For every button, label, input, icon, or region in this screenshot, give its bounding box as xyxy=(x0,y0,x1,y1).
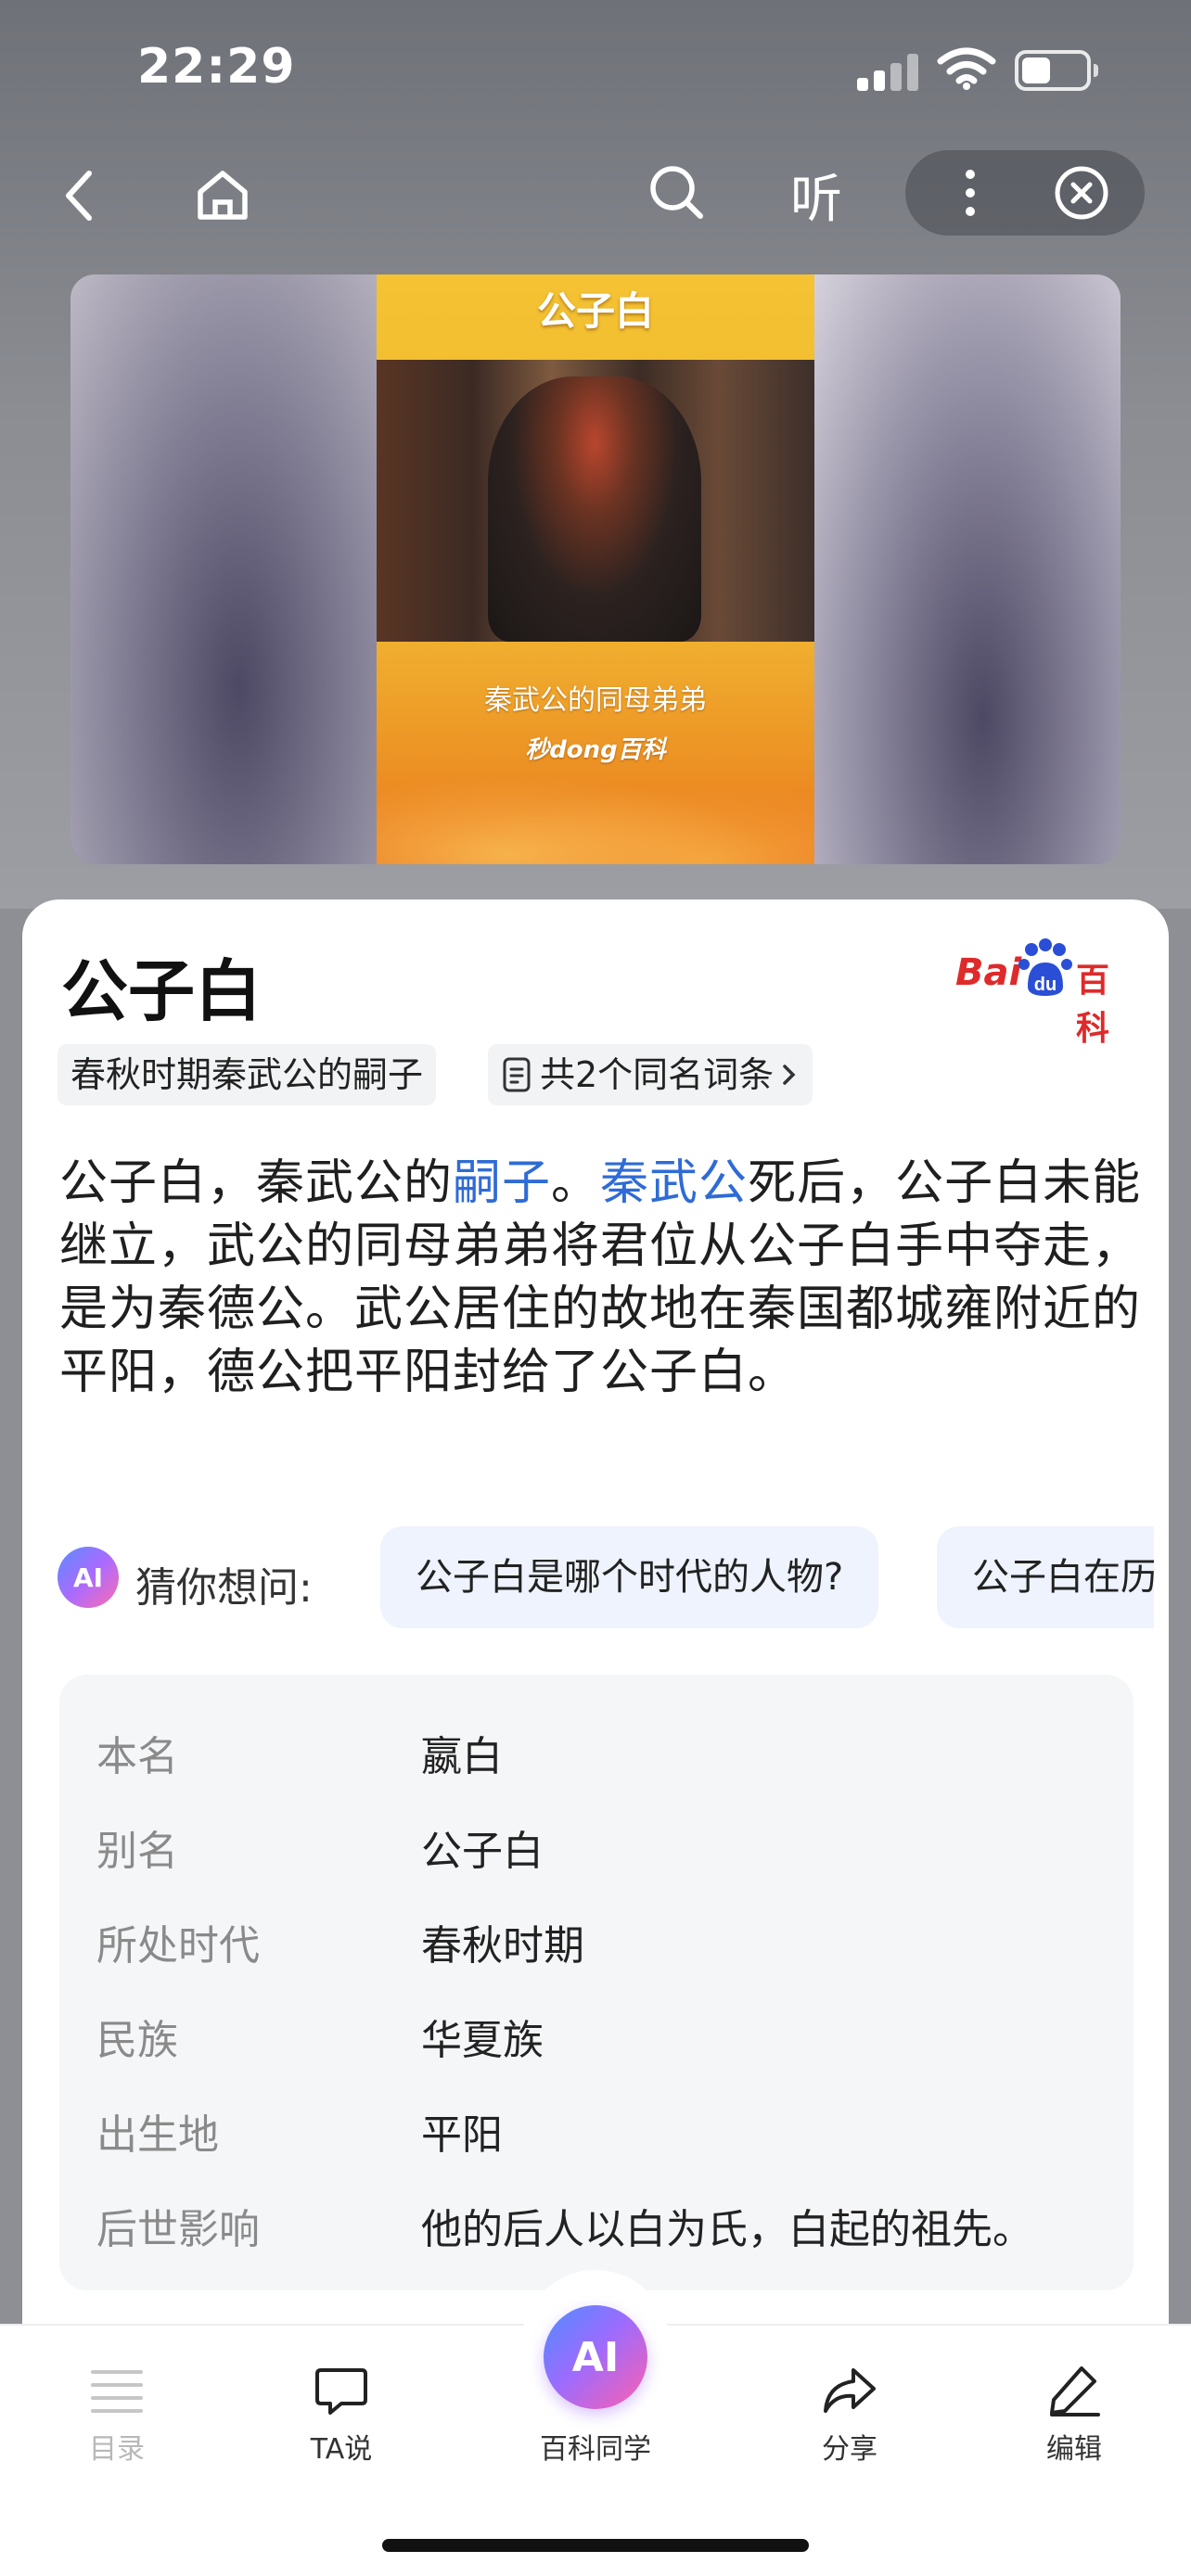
search-button[interactable] xyxy=(646,161,707,223)
video-poster: 公子白 秦武公的同母弟弟 秒dong百科 xyxy=(377,274,814,864)
summary-paragraph: 公子白，秦武公的嗣子。秦武公死后，公子白未能继立，武公的同母弟弟将君位从公子白手… xyxy=(59,1152,1154,1404)
infobox: 本名 嬴白 别名 公子白 所处时代 春秋时期 民族 华夏族 出生地 平阳 后世影… xyxy=(59,1675,1133,2290)
infobox-value: 平阳 xyxy=(421,2111,503,2159)
battery-icon xyxy=(1015,50,1098,91)
ai-badge-icon: AI xyxy=(58,1547,119,1608)
infobox-value: 嬴白 xyxy=(421,1733,503,1780)
logo-bai-text: Bai xyxy=(955,951,1022,994)
poster-brand: 秒dong百科 xyxy=(525,736,666,764)
chevron-left-icon xyxy=(66,171,92,221)
summary-text: 公子白，秦武公的 xyxy=(59,1155,454,1211)
question-chip[interactable]: 公子白是哪个时代的人物? xyxy=(380,1526,879,1628)
infobox-row: 民族 华夏族 xyxy=(59,1986,1133,2081)
infobox-value: 公子白 xyxy=(421,1828,544,1875)
infobox-key: 本名 xyxy=(96,1733,178,1780)
chevron-right-icon xyxy=(783,1065,796,1085)
poster-clouds xyxy=(377,762,814,864)
homonym-chip-label: 共2个同名词条 xyxy=(540,1054,775,1095)
page-title: 公子白 xyxy=(61,952,263,1030)
close-button[interactable] xyxy=(1052,163,1111,223)
infobox-value: 春秋时期 xyxy=(421,1922,584,1970)
suggested-questions-label: 猜你想问: xyxy=(135,1564,313,1612)
subtitle-chip: 春秋时期秦武公的嗣子 xyxy=(58,1044,437,1105)
classmate-label: 百科同学 xyxy=(540,2433,651,2466)
edit-label: 编辑 xyxy=(1046,2433,1102,2466)
link-qin-wugong[interactable]: 秦武公 xyxy=(600,1155,748,1211)
infobox-row: 本名 嬴白 xyxy=(59,1702,1133,1797)
subtitle-chip-label: 春秋时期秦武公的嗣子 xyxy=(70,1054,424,1095)
question-chip-scroller[interactable]: 公子白是哪个时代的人物? 公子白在历 xyxy=(380,1526,1154,1628)
status-time: 22:29 xyxy=(137,39,296,95)
hero-video[interactable]: 公子白 秦武公的同母弟弟 秒dong百科 xyxy=(70,274,1121,864)
home-button[interactable] xyxy=(191,163,254,226)
share-label: 分享 xyxy=(822,2433,877,2466)
poster-caption: 秦武公的同母弟弟 xyxy=(484,684,707,717)
ta-says-label: TA说 xyxy=(310,2433,373,2466)
mini-program-capsule xyxy=(905,150,1145,236)
more-button[interactable] xyxy=(942,163,998,223)
cellular-signal-icon xyxy=(857,54,920,91)
baidu-baike-logo: Bai du 百科 xyxy=(955,938,1141,1048)
homonym-entries-chip[interactable]: 共2个同名词条 xyxy=(488,1044,813,1105)
more-vertical-icon xyxy=(966,170,975,216)
blurred-backdrop-right xyxy=(814,274,1121,864)
catalog-label: 目录 xyxy=(89,2433,145,2466)
chat-bubble-icon xyxy=(315,2368,367,2415)
warrior-illustration xyxy=(377,360,814,642)
list-icon xyxy=(91,2370,143,2413)
infobox-row: 所处时代 春秋时期 xyxy=(59,1892,1133,1986)
infobox-key: 别名 xyxy=(96,1828,178,1875)
close-circle-icon xyxy=(1055,166,1108,220)
document-icon xyxy=(503,1057,531,1092)
infobox-row: 后世影响 他的后人以白为氏，白起的祖先。 xyxy=(59,2175,1133,2270)
infobox-value: 华夏族 xyxy=(421,2017,544,2064)
home-indicator xyxy=(382,2539,809,2552)
question-chip[interactable]: 公子白在历 xyxy=(937,1526,1154,1628)
infobox-key: 出生地 xyxy=(96,2111,219,2159)
infobox-key: 所处时代 xyxy=(96,1922,260,1970)
listen-button[interactable]: 听 xyxy=(779,158,853,233)
poster-title: 公子白 xyxy=(536,288,654,334)
infobox-key: 民族 xyxy=(96,2017,178,2064)
suggested-questions: AI 猜你想问: 公子白是哪个时代的人物? 公子白在历 xyxy=(58,1526,1154,1628)
home-icon xyxy=(198,171,248,220)
link-sizi[interactable]: 嗣子 xyxy=(453,1155,551,1211)
svg-text:du: du xyxy=(1034,975,1057,995)
infobox-key: 后世影响 xyxy=(96,2206,260,2253)
back-button[interactable] xyxy=(52,163,108,228)
share-arrow-icon xyxy=(824,2368,876,2413)
infobox-value: 他的后人以白为氏，白起的祖先。 xyxy=(421,2206,1033,2253)
infobox-row: 出生地 平阳 xyxy=(59,2081,1133,2175)
logo-baike-text: 百科 xyxy=(1076,962,1110,1048)
wifi-icon xyxy=(937,47,996,90)
summary-text: 。 xyxy=(551,1155,601,1211)
infobox-row: 别名 公子白 xyxy=(59,1797,1133,1892)
blurred-backdrop-left xyxy=(70,274,377,864)
pencil-icon xyxy=(1050,2366,1100,2417)
ai-assistant-button[interactable]: AI xyxy=(544,2305,647,2409)
paw-icon: du xyxy=(1018,938,1072,996)
search-icon xyxy=(650,166,703,219)
